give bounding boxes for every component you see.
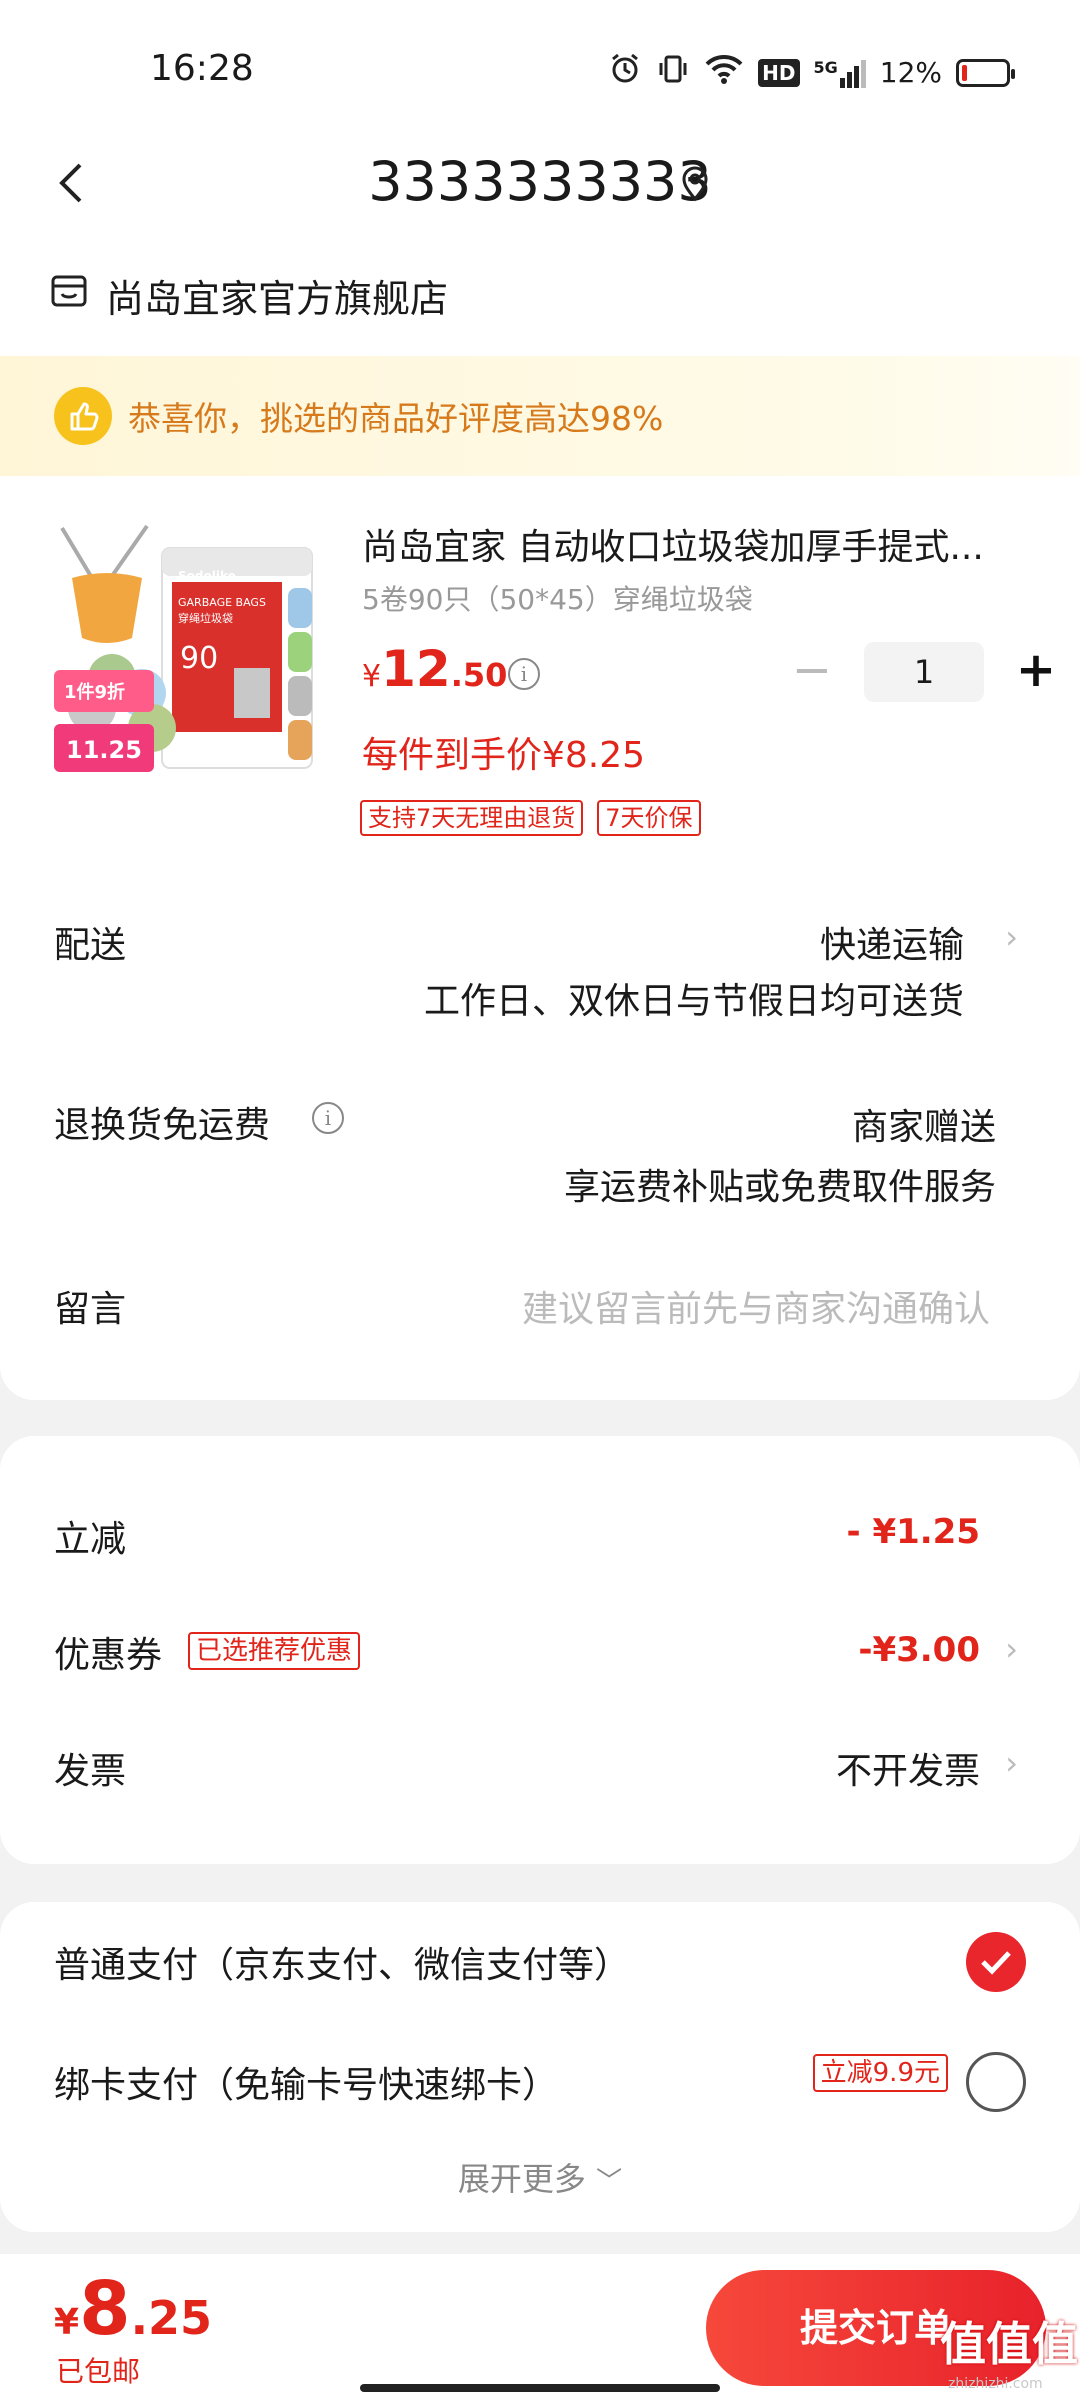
product-image-line2: 穿绳垃圾袋 xyxy=(178,611,233,625)
product-image-brand: Sodolike xyxy=(178,569,236,583)
return-shipping-note: 享运费补贴或免费取件服务 xyxy=(563,1167,996,1208)
bottom-bar: ¥8.25 已包邮 提交订单 值值值 zhizhizhi.com xyxy=(0,2254,1080,2400)
instant-discount-label: 立减 xyxy=(54,1519,127,1560)
watermark: 值值值 xyxy=(940,2317,1078,2371)
increase-button[interactable]: + xyxy=(1008,644,1064,700)
status-icons: HD 5G 12% xyxy=(608,52,1015,93)
product-image[interactable]: GARBAGE BAGS 穿绳垃圾袋 90 Sodolike 1件9折 11.2… xyxy=(52,518,324,780)
shipping-status: 已包邮 xyxy=(56,2355,141,2388)
location-pin-icon[interactable] xyxy=(680,166,710,206)
total-decimal: .25 xyxy=(130,2291,213,2345)
expand-more-button[interactable]: 展开更多 ﹀ xyxy=(0,2154,1080,2200)
coupon-amount[interactable]: -¥3.00 xyxy=(858,1630,980,1670)
rating-banner: 恭喜你，挑选的商品好评度高达98% xyxy=(0,356,1080,476)
delivery-method[interactable]: 快递运输 xyxy=(820,916,964,968)
signal-icon: 5G xyxy=(814,58,866,88)
coupon-tag: 已选推荐优惠 xyxy=(188,1632,361,1670)
check-icon xyxy=(981,1951,1011,1975)
alarm-icon xyxy=(608,52,642,93)
unit-price: 每件到手价¥8.25 xyxy=(362,735,646,776)
status-time: 16:28 xyxy=(150,48,254,89)
status-bar: 16:28 HD 5G 12% xyxy=(0,0,1080,130)
invoice-chevron-icon[interactable]: › xyxy=(1005,1744,1018,1782)
quantity-value[interactable]: 1 xyxy=(864,642,984,702)
return-shipping-value: 商家赠送 xyxy=(851,1107,996,1148)
delivery-label: 配送 xyxy=(54,925,127,966)
payment-normal-radio[interactable] xyxy=(966,1932,1026,1992)
tag-return: 支持7天无理由退货 xyxy=(360,800,584,836)
return-info-icon[interactable]: i xyxy=(312,1102,344,1134)
invoice-label: 发票 xyxy=(54,1751,127,1792)
battery-level xyxy=(962,64,967,81)
home-indicator[interactable] xyxy=(360,2384,720,2392)
shop-name: 尚岛宜家官方旗舰店 xyxy=(106,277,449,321)
price-integer: 12 xyxy=(381,640,451,698)
payment-card-radio[interactable] xyxy=(966,2052,1026,2112)
wifi-icon xyxy=(704,53,744,92)
payment-card: 普通支付（京东支付、微信支付等） 绑卡支付（免输卡号快速绑卡） 立减9.9元 展… xyxy=(0,1902,1080,2232)
price-decimal: .50 xyxy=(450,656,508,694)
order-card: 尚岛宜家官方旗舰店 恭喜你，挑选的商品好评度高达98% GARBAGE BAGS… xyxy=(0,240,1080,1400)
coupon-label: 优惠券 xyxy=(54,1635,163,1676)
message-label: 留言 xyxy=(54,1289,127,1330)
message-input[interactable]: 建议留言前先与商家沟通确认 xyxy=(522,1280,990,1332)
watermark-url: zhizhizhi.com xyxy=(948,2376,1043,2392)
price-symbol: ¥ xyxy=(362,659,382,694)
payment-card-label[interactable]: 绑卡支付（免输卡号快速绑卡） xyxy=(54,2056,558,2108)
product-image-promo2: 11.25 xyxy=(66,736,142,764)
product-price: ¥12.50 xyxy=(362,640,507,698)
header: 3333333333 xyxy=(0,130,1080,240)
invoice-value[interactable]: 不开发票 xyxy=(836,1742,980,1794)
discount-card: 立减 - ¥1.25 优惠券 已选推荐优惠 -¥3.00 › 发票 不开发票 › xyxy=(0,1436,1080,1864)
thumbs-up-icon xyxy=(54,387,112,445)
product-image-line1: GARBAGE BAGS xyxy=(178,596,266,609)
product-image-count: 90 xyxy=(180,641,218,676)
total-price: ¥8.25 xyxy=(54,2266,212,2352)
payment-card-tag: 立减9.9元 xyxy=(812,2054,948,2092)
expand-more-label: 展开更多 xyxy=(457,2160,586,2198)
battery-percent: 12% xyxy=(879,56,942,89)
banner-text: 恭喜你，挑选的商品好评度高达98% xyxy=(128,399,664,438)
coupon-chevron-icon[interactable]: › xyxy=(1005,1630,1018,1668)
product-title[interactable]: 尚岛宜家 自动收口垃圾袋加厚手提式... xyxy=(362,518,1032,570)
page-title: 3333333333 xyxy=(368,150,712,213)
product-spec: 5卷90只（50*45）穿绳垃圾袋 xyxy=(362,583,753,616)
delivery-note: 工作日、双休日与节假日均可送货 xyxy=(423,981,964,1022)
product-tags: 支持7天无理由退货 7天价保 xyxy=(360,800,701,836)
tag-price-protect: 7天价保 xyxy=(597,800,701,836)
decrease-button[interactable]: − xyxy=(784,644,840,700)
battery-icon xyxy=(956,58,1015,87)
quantity-stepper: − 1 + xyxy=(784,642,1064,702)
total-integer: 8 xyxy=(79,2266,131,2352)
return-shipping-label: 退换货免运费 xyxy=(54,1105,271,1146)
chevron-down-icon: ﹀ xyxy=(596,2167,623,2197)
payment-normal-label[interactable]: 普通支付（京东支付、微信支付等） xyxy=(54,1936,630,1988)
vibrate-icon xyxy=(656,52,690,93)
delivery-chevron-icon[interactable]: › xyxy=(1005,918,1018,956)
product-image-promo1: 1件9折 xyxy=(64,681,125,703)
price-info-icon[interactable]: i xyxy=(508,658,540,690)
network-type: 5G xyxy=(813,57,838,77)
hd-icon: HD xyxy=(758,58,800,87)
shop-row[interactable]: 尚岛宜家官方旗舰店 xyxy=(50,268,448,323)
instant-discount-amount: - ¥1.25 xyxy=(846,1512,981,1552)
store-icon xyxy=(50,272,88,319)
total-symbol: ¥ xyxy=(54,2302,80,2343)
